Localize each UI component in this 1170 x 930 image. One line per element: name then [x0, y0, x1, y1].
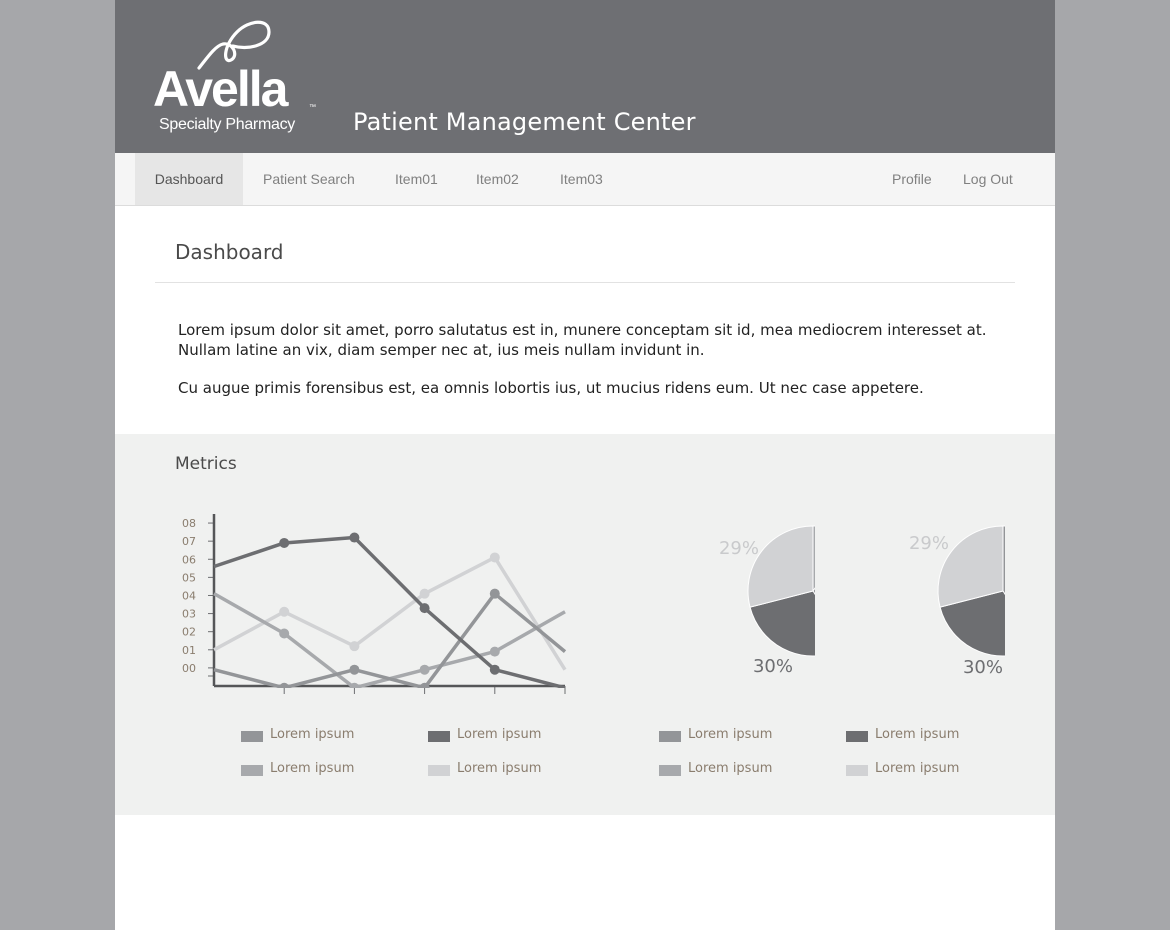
- legend-label: Lorem ipsum: [875, 761, 960, 776]
- legend-label: Lorem ipsum: [457, 727, 542, 742]
- y-tick-label: 02: [182, 626, 196, 639]
- y-tick-label: 08: [182, 517, 196, 530]
- series-group: [213, 552, 567, 671]
- title-divider: [155, 282, 1015, 283]
- app-title: Patient Management Center: [353, 108, 696, 136]
- nav-item-patient-search[interactable]: Patient Search: [263, 153, 355, 205]
- series-point: [419, 664, 430, 675]
- series-point: [489, 664, 500, 675]
- nav-item-item02[interactable]: Item02: [476, 153, 519, 205]
- series-point: [419, 588, 430, 599]
- series-point: [349, 641, 360, 652]
- legend-swatch: [428, 731, 450, 742]
- line-chart: 00 01 02 03 04 05 06 07 08: [182, 514, 567, 694]
- header: Avella ™ Specialty Pharmacy Patient Mana…: [115, 0, 1055, 153]
- nav-item-dashboard[interactable]: Dashboard: [135, 153, 243, 205]
- y-tick-label: 01: [182, 644, 196, 657]
- trademark-mark: ™: [309, 104, 316, 111]
- nav-item-item01[interactable]: Item01: [395, 153, 438, 205]
- pie-chart-2: 31%30%29%: [909, 525, 1005, 678]
- page: Avella ™ Specialty Pharmacy Patient Mana…: [115, 0, 1055, 930]
- series-point: [279, 606, 290, 617]
- legend-label: Lorem ipsum: [688, 761, 773, 776]
- legend-swatch: [241, 765, 263, 776]
- metrics-panel: Metrics 000102030405060708 10%31%30%29% …: [115, 434, 1055, 815]
- y-tick-label: 07: [182, 535, 196, 548]
- legend-label: Lorem ipsum: [270, 727, 355, 742]
- pie-slice-label: 29%: [909, 533, 949, 554]
- y-tick-label: 03: [182, 608, 196, 621]
- legend-swatch: [846, 731, 868, 742]
- nav-item-log-out[interactable]: Log Out: [963, 153, 1013, 205]
- pie-slice-label: 30%: [963, 657, 1003, 678]
- legend-swatch: [241, 731, 263, 742]
- page-title: Dashboard: [175, 240, 284, 264]
- pie-chart-1: 10%31%30%29%: [719, 525, 815, 677]
- legend-swatch: [428, 765, 450, 776]
- series-line: [213, 535, 566, 688]
- nav-item-item03[interactable]: Item03: [560, 153, 603, 205]
- series-point: [489, 588, 500, 599]
- series-point: [349, 532, 360, 543]
- nav-item-profile[interactable]: Profile: [892, 153, 932, 205]
- series-point: [279, 628, 290, 639]
- legend-label: Lorem ipsum: [688, 727, 773, 742]
- y-tick-label: 06: [182, 553, 196, 566]
- series-point: [419, 603, 430, 614]
- series-point: [489, 646, 500, 657]
- y-tick-label: 00: [182, 662, 196, 675]
- metrics-title: Metrics: [175, 454, 237, 474]
- y-tick-label: 05: [182, 571, 196, 584]
- intro-paragraph: Lorem ipsum dolor sit amet, porro saluta…: [178, 321, 987, 359]
- series-point: [489, 552, 500, 563]
- logo-subtitle: Specialty Pharmacy: [159, 116, 295, 133]
- series-point: [349, 664, 360, 675]
- avella-logo[interactable]: Avella ™ Specialty Pharmacy: [153, 16, 323, 136]
- pie-slice-label: 29%: [719, 538, 759, 559]
- legend-swatch: [659, 731, 681, 742]
- main-nav: Dashboard Patient Search Item01 Item02 I…: [115, 153, 1055, 206]
- legend-swatch: [846, 765, 868, 776]
- legend-label: Lorem ipsum: [270, 761, 355, 776]
- logo-wordmark: Avella: [153, 61, 288, 117]
- y-tick-label: 04: [182, 589, 196, 602]
- series-point: [279, 537, 290, 548]
- secondary-paragraph: Cu augue primis forensibus est, ea omnis…: [178, 379, 924, 397]
- legend-swatch: [659, 765, 681, 776]
- legend-label: Lorem ipsum: [875, 727, 960, 742]
- legend-label: Lorem ipsum: [457, 761, 542, 776]
